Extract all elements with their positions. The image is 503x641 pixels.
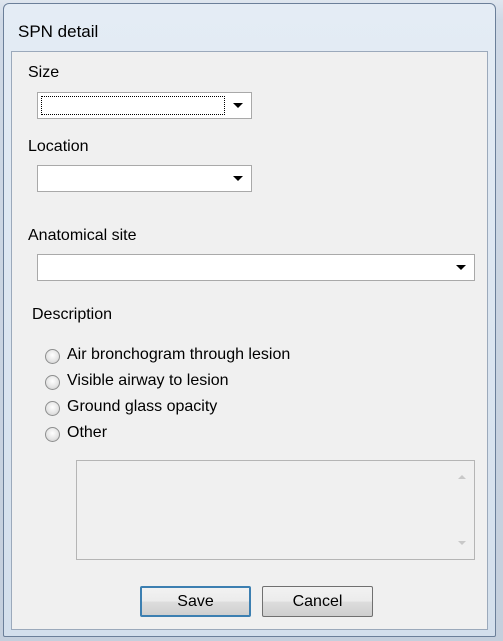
dialog-title: SPN detail — [18, 22, 99, 41]
radio-button-icon[interactable] — [45, 375, 60, 390]
chevron-down-icon[interactable] — [456, 265, 466, 270]
description-label: Description — [32, 306, 113, 323]
size-dropdown[interactable] — [37, 92, 252, 119]
anatomical-site-label: Anatomical site — [28, 227, 137, 244]
location-dropdown[interactable] — [37, 165, 252, 192]
location-label: Location — [28, 138, 89, 155]
radio-button-icon[interactable] — [45, 401, 60, 416]
anatomical-site-dropdown[interactable] — [37, 254, 475, 281]
chevron-down-icon[interactable] — [233, 176, 243, 181]
radio-label: Ground glass opacity — [67, 398, 218, 415]
radio-label: Visible airway to lesion — [67, 372, 229, 389]
save-button[interactable]: Save — [140, 586, 251, 617]
other-description-textarea[interactable] — [76, 460, 475, 560]
focus-rect — [41, 96, 225, 115]
scroll-up-icon[interactable] — [458, 475, 466, 479]
chevron-down-icon[interactable] — [233, 103, 243, 108]
scroll-down-icon[interactable] — [458, 541, 466, 545]
radio-label: Air bronchogram through lesion — [67, 346, 291, 363]
spn-detail-dialog: SPN detail Size Location Anatomical site… — [3, 3, 496, 637]
radio-button-icon[interactable] — [45, 427, 60, 442]
radio-label: Other — [67, 424, 108, 441]
radio-button-icon[interactable] — [45, 349, 60, 364]
dialog-client-area: Size Location Anatomical site Descriptio… — [11, 51, 488, 630]
size-label: Size — [28, 64, 60, 81]
cancel-button[interactable]: Cancel — [262, 586, 373, 617]
